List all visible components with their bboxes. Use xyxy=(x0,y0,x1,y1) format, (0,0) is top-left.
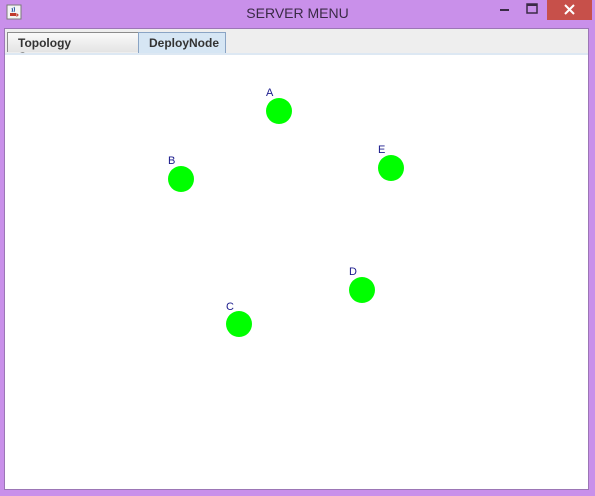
node-e[interactable] xyxy=(378,155,404,181)
node-a[interactable] xyxy=(266,98,292,124)
tab-deploy-node[interactable]: DeployNode xyxy=(138,32,226,53)
node-d[interactable] xyxy=(349,277,375,303)
tab-topology-construct[interactable]: Topology Construct xyxy=(7,32,139,64)
deploy-canvas[interactable]: A B C D E xyxy=(5,55,588,489)
node-b[interactable] xyxy=(168,166,194,192)
tab-strip: Topology Construct DeployNode xyxy=(5,29,588,64)
minimize-icon xyxy=(500,9,509,11)
server-menu-window: SERVER MENU Topology Construct DeployNod… xyxy=(0,0,595,496)
close-icon xyxy=(564,4,575,15)
close-button[interactable] xyxy=(547,0,592,20)
node-label-a: A xyxy=(266,87,274,99)
title-bar[interactable]: SERVER MENU xyxy=(0,0,595,28)
node-label-d: D xyxy=(349,266,357,278)
node-label-e: E xyxy=(378,144,386,156)
node-c[interactable] xyxy=(226,311,252,337)
content-frame: Topology Construct DeployNode A B C D E xyxy=(4,28,589,490)
maximize-button[interactable] xyxy=(518,0,546,20)
maximize-icon xyxy=(526,3,538,14)
node-label-b: B xyxy=(168,155,176,167)
minimize-button[interactable] xyxy=(492,0,518,20)
